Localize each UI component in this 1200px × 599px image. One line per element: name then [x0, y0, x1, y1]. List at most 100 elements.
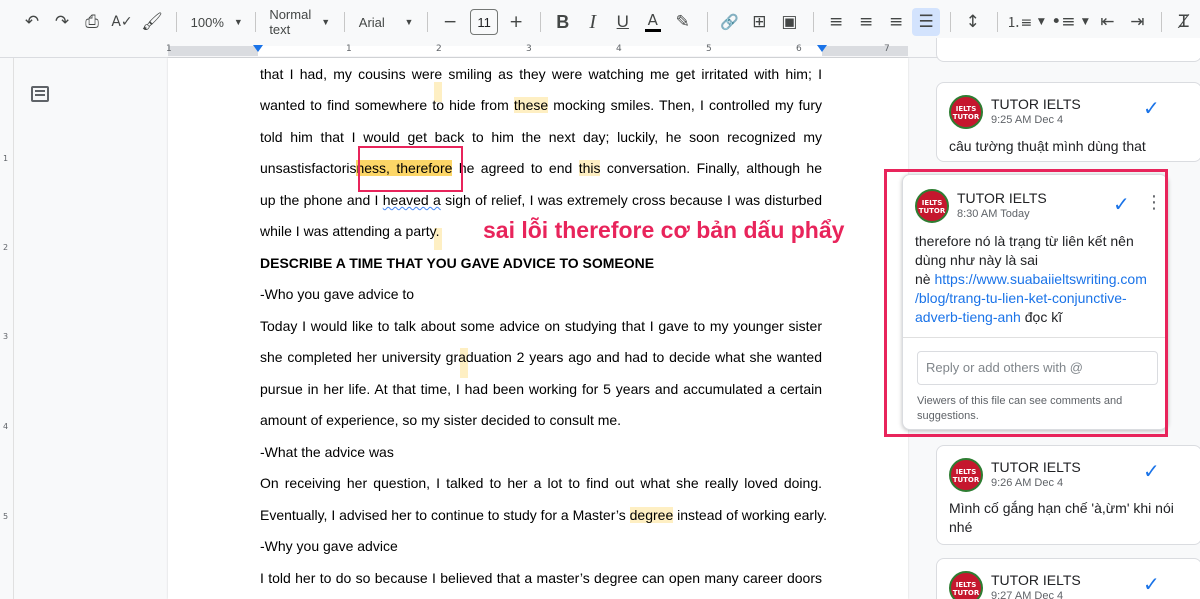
comment-time: 9:26 AM Dec 4: [991, 477, 1064, 489]
text-line: Today I would like to talk about some ad…: [260, 318, 822, 334]
text-run: he agreed to end: [452, 160, 579, 176]
ruler-number: 4: [3, 422, 9, 431]
print-icon[interactable]: ⎙: [78, 8, 106, 36]
zoom-value: 100%: [190, 14, 224, 30]
toolbar-divider: [706, 12, 708, 32]
ruler-number: 2: [3, 243, 9, 252]
text-line: wanted to find somewhere to hide from th…: [260, 90, 822, 121]
style-select[interactable]: Normal text ▼: [263, 7, 336, 37]
text-color-button[interactable]: A: [639, 8, 667, 36]
highlighted-text[interactable]: degree: [629, 507, 674, 523]
comment-time: 9:27 AM Dec 4: [991, 590, 1064, 599]
comment-card[interactable]: IELTS TUTOR TUTOR IELTS 9:26 AM Dec 4 ✓ …: [936, 445, 1200, 545]
text-line: pursue in her life. At that time, I had …: [260, 381, 822, 397]
ruler-number: 6: [796, 44, 802, 54]
comment-author: TUTOR IELTS: [991, 96, 1081, 112]
toolbar-divider: [176, 12, 177, 32]
avatar: IELTS TUTOR: [949, 458, 983, 492]
underline-button[interactable]: U: [609, 8, 637, 36]
ruler-number: 3: [3, 332, 9, 341]
highlighted-text[interactable]: these: [513, 97, 549, 113]
resolve-check-icon[interactable]: ✓: [1143, 96, 1160, 120]
toolbar-divider: [813, 12, 815, 32]
text-line: -Why you gave advice: [260, 538, 398, 554]
chevron-down-icon: ▼: [404, 17, 414, 27]
document-outline-icon[interactable]: [31, 86, 49, 102]
ruler-right-margin: [822, 46, 908, 56]
text-line: -Who you gave advice to: [260, 286, 415, 302]
chevron-down-icon: ▼: [321, 17, 331, 27]
font-select[interactable]: Arial ▼: [353, 8, 420, 36]
toolbar-divider: [950, 12, 951, 32]
align-right-icon[interactable]: ≡: [882, 8, 910, 36]
bulleted-list-icon[interactable]: •≡: [1049, 8, 1077, 36]
right-indent-marker[interactable]: [817, 45, 827, 52]
highlighter-icon[interactable]: ✎: [669, 8, 697, 36]
resolve-check-icon[interactable]: ✓: [1143, 572, 1160, 596]
ruler-number: 1: [346, 44, 352, 54]
ruler-number: 1: [3, 154, 9, 163]
vertical-ruler: 1 2 3 4 5: [0, 58, 14, 599]
spellcheck-icon[interactable]: A✓: [108, 8, 136, 36]
spelling-error-text[interactable]: heaved a: [383, 192, 441, 208]
justify-icon[interactable]: ☰: [912, 8, 941, 36]
align-center-icon[interactable]: ≡: [852, 8, 880, 36]
paint-format-icon[interactable]: 🖌: [138, 8, 166, 36]
font-size-input[interactable]: 11: [470, 9, 499, 35]
resolve-check-icon[interactable]: ✓: [1143, 459, 1160, 483]
align-left-icon[interactable]: ≡: [822, 8, 850, 36]
numbered-list-icon[interactable]: ⒈≡: [1005, 8, 1033, 36]
text-line: up the phone and I heaved a sigh of reli…: [260, 185, 822, 216]
comment-body: câu tường thuật mình dùng that: [949, 138, 1146, 154]
comment-author: TUTOR IELTS: [991, 572, 1081, 588]
undo-icon[interactable]: ↶: [18, 8, 46, 36]
avatar: IELTS TUTOR: [949, 95, 983, 129]
ruler-number: 1: [166, 44, 172, 54]
text-line: I told her to do so because I believed t…: [260, 570, 822, 586]
comment-body: Mình cố gắng hạn chế 'à,ừm' khi nói nhé: [949, 499, 1199, 537]
text-run: Eventually, I advised her to continue to…: [260, 507, 630, 523]
highlighted-text[interactable]: this: [578, 160, 601, 176]
decrease-indent-icon[interactable]: ⇤: [1093, 8, 1121, 36]
clear-formatting-icon[interactable]: Ꮖ̸: [1170, 8, 1198, 36]
document-page[interactable]: that I had, my cousins were smiling as t…: [168, 58, 908, 599]
text-line: -What the advice was: [260, 444, 394, 460]
text-run: unsastisfactoris: [260, 160, 357, 176]
docs-window: ↶ ↷ ⎙ A✓ 🖌 100% ▼ Normal text ▼ Arial ▼ − 1…: [0, 0, 1200, 599]
add-comment-icon[interactable]: ⊞: [745, 8, 773, 36]
comment-card[interactable]: IELTS TUTOR TUTOR IELTS 9:25 AM Dec 4 ✓ …: [936, 82, 1200, 162]
chevron-down-icon[interactable]: ▼: [1035, 8, 1047, 36]
left-indent-marker[interactable]: [253, 45, 263, 52]
text-line: amount of experience, so my sister decid…: [260, 412, 622, 428]
ruler-left-margin: [168, 46, 258, 56]
annotation-box: [358, 146, 463, 192]
text-line: Eventually, I advised her to continue to…: [260, 500, 827, 531]
zoom-select[interactable]: 100% ▼: [185, 8, 247, 36]
annotation-text: sai lỗi therefore cơ bản dấu phẩy: [483, 217, 845, 243]
text-line: On receiving her question, I talked to h…: [260, 475, 822, 491]
text-color-icon: A: [647, 10, 658, 29]
style-value: Normal text: [269, 7, 312, 37]
text-line: that I had, my cousins were smiling as t…: [260, 66, 822, 82]
comment-card[interactable]: [936, 38, 1200, 62]
comment-time: 9:25 AM Dec 4: [991, 114, 1064, 126]
ruler-number: 4: [616, 44, 622, 54]
comment-card[interactable]: IELTS TUTOR TUTOR IELTS 9:27 AM Dec 4 ✓: [936, 558, 1200, 599]
text-run: wanted to find somewhere to hide from: [260, 97, 514, 113]
bold-button[interactable]: B: [549, 8, 577, 36]
text-line: she completed her university graduation …: [260, 349, 822, 365]
heading-line: DESCRIBE A TIME THAT YOU GAVE ADVICE TO …: [260, 255, 655, 271]
redo-icon[interactable]: ↷: [48, 8, 76, 36]
ruler-number: 2: [436, 44, 442, 54]
italic-button[interactable]: I: [579, 8, 607, 36]
link-icon[interactable]: 🔗: [715, 8, 743, 36]
increase-font-size-button[interactable]: +: [502, 8, 530, 36]
line-spacing-icon[interactable]: ↕: [959, 8, 987, 36]
text-run: instead of working early.: [673, 507, 828, 523]
ruler-number: 5: [3, 512, 9, 521]
decrease-font-size-button[interactable]: −: [436, 8, 464, 36]
increase-indent-icon[interactable]: ⇥: [1123, 8, 1151, 36]
text-color-swatch: [644, 28, 661, 32]
chevron-down-icon[interactable]: ▼: [1079, 8, 1091, 36]
image-icon[interactable]: ▣: [775, 8, 803, 36]
